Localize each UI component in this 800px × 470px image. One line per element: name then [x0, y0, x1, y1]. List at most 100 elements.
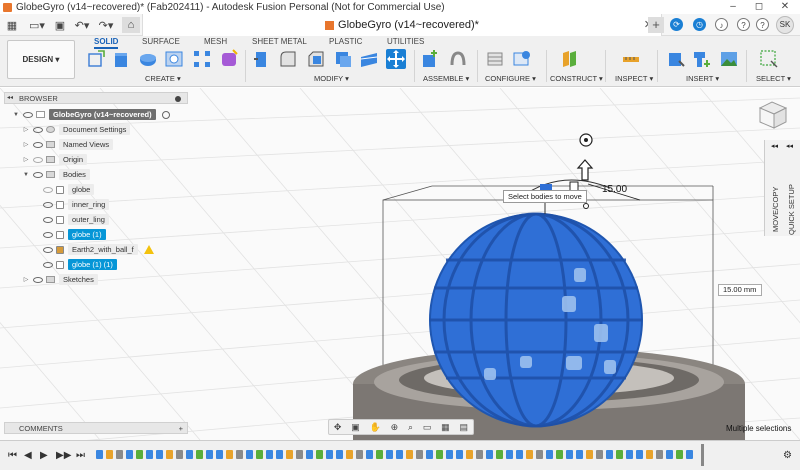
timeline-feature-icon[interactable] — [296, 450, 303, 459]
extrude-icon[interactable] — [111, 49, 131, 69]
timeline-feature-icon[interactable] — [206, 450, 213, 459]
assemble-group-label[interactable]: ASSEMBLE ▾ — [423, 74, 469, 83]
timeline-feature-icon[interactable] — [316, 450, 323, 459]
timeline-feature-icon[interactable] — [536, 450, 543, 459]
timeline-feature-icon[interactable] — [126, 450, 133, 459]
expand-toggle-icon[interactable]: ▼ — [22, 172, 30, 178]
timeline-feature-icon[interactable] — [576, 450, 583, 459]
collapse-icon[interactable]: ◂◂ — [771, 142, 778, 150]
timeline-feature-icon[interactable] — [266, 450, 273, 459]
timeline-settings-icon[interactable]: ⚙ — [783, 450, 792, 461]
construct-group-label[interactable]: CONSTRUCT ▾ — [550, 74, 603, 83]
redo-icon[interactable]: ↷▾ — [96, 17, 116, 33]
expand-toggle-icon[interactable]: ▷ — [22, 126, 30, 133]
pattern-icon[interactable] — [192, 49, 212, 69]
timeline-feature-icon[interactable] — [526, 450, 533, 459]
tab-solid[interactable]: SOLID — [94, 37, 119, 49]
timeline-feature-icon[interactable] — [366, 450, 373, 459]
distance-input[interactable]: 15.00 mm — [718, 284, 762, 296]
timeline-feature-icon[interactable] — [496, 450, 503, 459]
timeline-feature-icon[interactable] — [376, 450, 383, 459]
browser-item[interactable]: inner_ring — [32, 198, 110, 211]
timeline-feature-icon[interactable] — [326, 450, 333, 459]
insert-derive-icon[interactable] — [666, 49, 686, 69]
timeline-start-icon[interactable]: ⏮ — [8, 450, 17, 461]
timeline-feature-icon[interactable] — [486, 450, 493, 459]
visibility-eye-icon[interactable] — [33, 126, 43, 133]
timeline-end-icon[interactable]: ⏭ — [76, 450, 85, 461]
timeline-feature-icon[interactable] — [446, 450, 453, 459]
maximize-button[interactable]: ◻ — [746, 0, 772, 14]
timeline-feature-icon[interactable] — [636, 450, 643, 459]
insert-canvas-icon[interactable] — [719, 49, 739, 69]
timeline-feature-icon[interactable] — [386, 450, 393, 459]
timeline-feature-icon[interactable] — [236, 450, 243, 459]
visibility-eye-icon[interactable] — [43, 246, 53, 253]
timeline-feature-icon[interactable] — [146, 450, 153, 459]
expand-toggle-icon[interactable]: ▷ — [22, 276, 30, 283]
browser-item[interactable]: globe (1) — [32, 228, 106, 241]
timeline-feature-icon[interactable] — [466, 450, 473, 459]
browser-item[interactable]: ▼ Bodies — [22, 168, 90, 181]
timeline-back-icon[interactable]: ◀ — [24, 450, 32, 461]
timeline-feature-icon[interactable] — [226, 450, 233, 459]
timeline-feature-icon[interactable] — [476, 450, 483, 459]
timeline-feature-icon[interactable] — [506, 450, 513, 459]
browser-item[interactable]: ▷ Document Settings — [22, 123, 131, 136]
visibility-eye-icon[interactable] — [43, 231, 53, 238]
timeline-forward-icon[interactable]: ▶▶ — [56, 450, 71, 461]
timeline-feature-icon[interactable] — [216, 450, 223, 459]
inspect-group-label[interactable]: INSPECT ▾ — [615, 74, 653, 83]
modify-group-label[interactable]: MODIFY ▾ — [314, 74, 349, 83]
activate-radio-icon[interactable] — [161, 110, 170, 119]
timeline-feature-icon[interactable] — [156, 450, 163, 459]
timeline-feature-icon[interactable] — [516, 450, 523, 459]
configure-theme-icon[interactable] — [512, 49, 532, 69]
timeline-feature-icon[interactable] — [396, 450, 403, 459]
home-icon[interactable]: ⌂ — [122, 17, 140, 33]
visibility-eye-icon[interactable] — [43, 201, 53, 208]
visibility-eye-icon[interactable] — [23, 111, 33, 118]
timeline-feature-icon[interactable] — [346, 450, 353, 459]
job-status-icon[interactable]: ◷ — [693, 18, 706, 31]
fillet-icon[interactable] — [278, 49, 298, 69]
configure-table-icon[interactable] — [486, 49, 506, 69]
fit-icon[interactable]: ⌕ — [408, 422, 413, 433]
timeline-feature-icon[interactable] — [676, 450, 683, 459]
timeline-feature-icon[interactable] — [426, 450, 433, 459]
expand-toggle-icon[interactable]: ▷ — [22, 141, 30, 148]
close-window-button[interactable]: ✕ — [772, 0, 798, 14]
form-icon[interactable] — [219, 49, 239, 69]
insert-mcmaster-icon[interactable] — [692, 49, 712, 69]
joint-icon[interactable] — [448, 49, 468, 69]
timeline-feature-icon[interactable] — [666, 450, 673, 459]
visibility-eye-icon[interactable] — [43, 186, 53, 193]
timeline-feature-icon[interactable] — [626, 450, 633, 459]
browser-header[interactable]: ◂◂ BROWSER — [4, 92, 188, 104]
visibility-eye-icon[interactable] — [33, 156, 43, 163]
revolve-icon[interactable] — [138, 49, 158, 69]
user-avatar[interactable]: SK — [776, 16, 794, 34]
new-component-icon[interactable] — [420, 49, 440, 69]
timeline-feature-icon[interactable] — [166, 450, 173, 459]
timeline-feature-icon[interactable] — [436, 450, 443, 459]
timeline-feature-icon[interactable] — [456, 450, 463, 459]
timeline-feature-icon[interactable] — [566, 450, 573, 459]
tab-surface[interactable]: SURFACE — [142, 37, 180, 46]
browser-item[interactable]: outer_ling — [32, 213, 109, 226]
timeline-feature-icon[interactable] — [546, 450, 553, 459]
quick-setup-panel-tab[interactable]: QUICK SETUP — [787, 184, 796, 235]
timeline-feature-icon[interactable] — [186, 450, 193, 459]
browser-item[interactable]: ▷ Sketches — [22, 273, 98, 286]
split-body-icon[interactable] — [359, 49, 379, 69]
orbit-icon[interactable]: ✥ — [334, 422, 342, 433]
insert-group-label[interactable]: INSERT ▾ — [686, 74, 719, 83]
timeline-feature-icon[interactable] — [276, 450, 283, 459]
offset-plane-icon[interactable] — [560, 49, 580, 69]
timeline-feature-icon[interactable] — [586, 450, 593, 459]
viewcube[interactable] — [758, 101, 788, 129]
warning-icon[interactable] — [143, 245, 154, 254]
timeline-feature-icon[interactable] — [246, 450, 253, 459]
timeline-feature-icon[interactable] — [556, 450, 563, 459]
notifications-bell-icon[interactable]: ♪ — [715, 18, 728, 31]
